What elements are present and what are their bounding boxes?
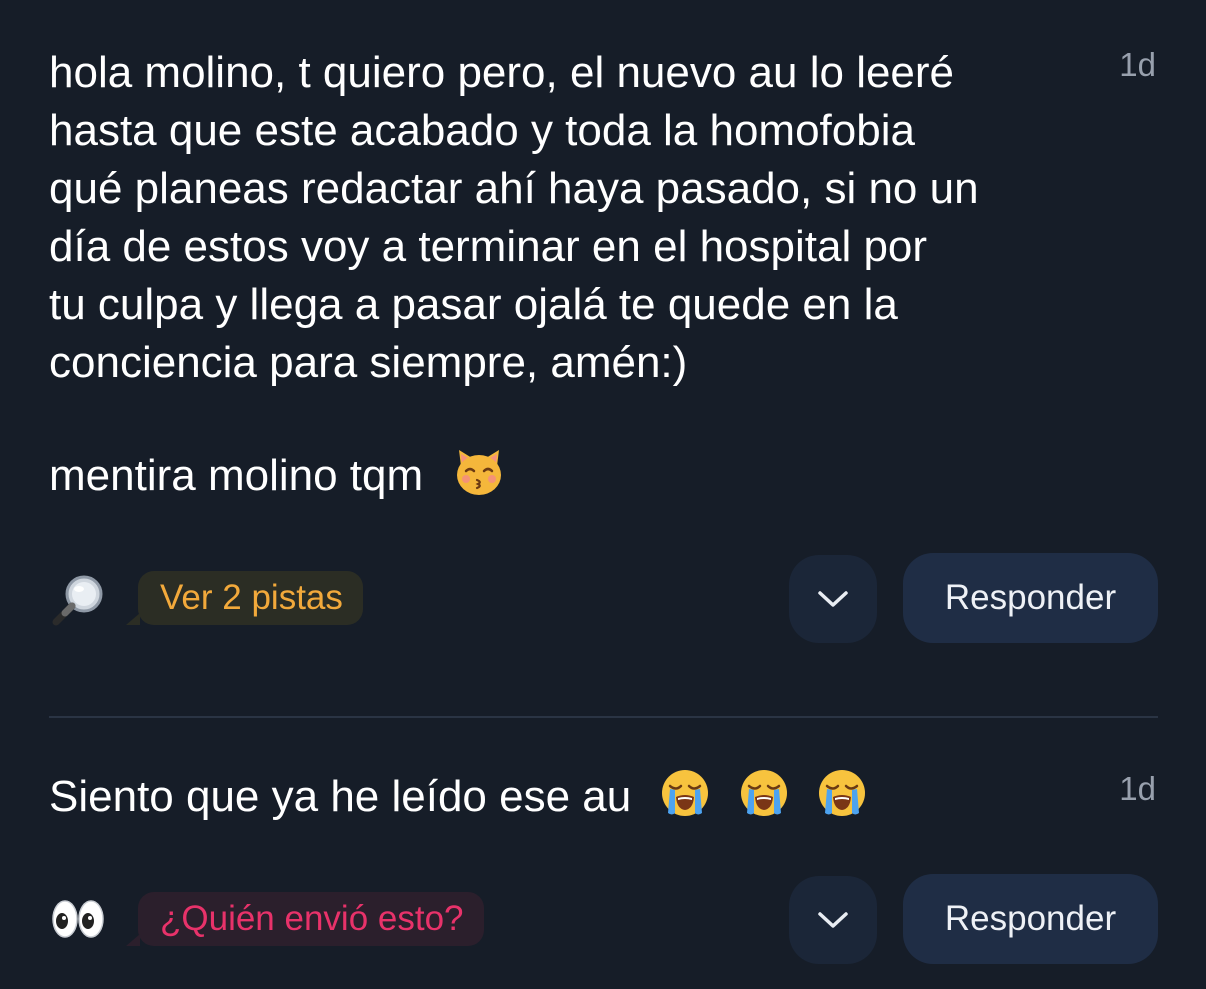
message-timestamp: 1d — [1119, 46, 1156, 83]
loudly-crying-face-icon — [818, 770, 865, 816]
hints-button[interactable]: Ver 2 pistas — [126, 571, 363, 625]
reply-button[interactable]: Responder — [903, 874, 1158, 964]
emoji-group — [659, 767, 867, 826]
loudly-crying-face-icon — [662, 770, 709, 816]
message-second-paragraph: mentira molino tqm — [49, 446, 505, 505]
pill-tail — [126, 613, 140, 625]
who-sent-button[interactable]: ¿Quién envió esto? — [126, 892, 484, 946]
expand-button[interactable] — [789, 876, 877, 964]
chevron-down-icon — [818, 912, 848, 928]
message-line: día de estos voy a terminar en el hospit… — [49, 222, 928, 271]
message-body: Siento que ya he leído ese au — [49, 767, 868, 826]
chevron-down-icon — [818, 591, 848, 607]
message-line: hasta que este acabado y toda la homofob… — [49, 106, 915, 155]
message-line: tu culpa y llega a pasar ojalá te quede … — [49, 280, 898, 329]
message-line: hola molino, t quiero pero, el nuevo au … — [49, 48, 955, 97]
message-line: qué planeas redactar ahí haya pasado, si… — [49, 164, 979, 213]
message-body: hola molino, t quiero pero, el nuevo au … — [49, 44, 979, 392]
hints-label: Ver 2 pistas — [160, 578, 343, 617]
divider — [49, 716, 1158, 718]
magnifying-glass-icon — [52, 575, 103, 626]
who-sent-label: ¿Quién envió esto? — [160, 899, 464, 938]
message-timestamp: 1d — [1119, 770, 1156, 807]
expand-button[interactable] — [789, 555, 877, 643]
loudly-crying-face-icon — [740, 770, 787, 816]
message-text: mentira molino tqm — [49, 451, 424, 500]
kissing-cat-face-icon — [457, 450, 502, 495]
message-line: conciencia para siempre, amén:) — [49, 338, 688, 387]
pill-tail — [126, 934, 140, 946]
reply-button[interactable]: Responder — [903, 553, 1158, 643]
eyes-icon — [52, 900, 104, 938]
message-text: Siento que ya he leído ese au — [49, 772, 632, 821]
